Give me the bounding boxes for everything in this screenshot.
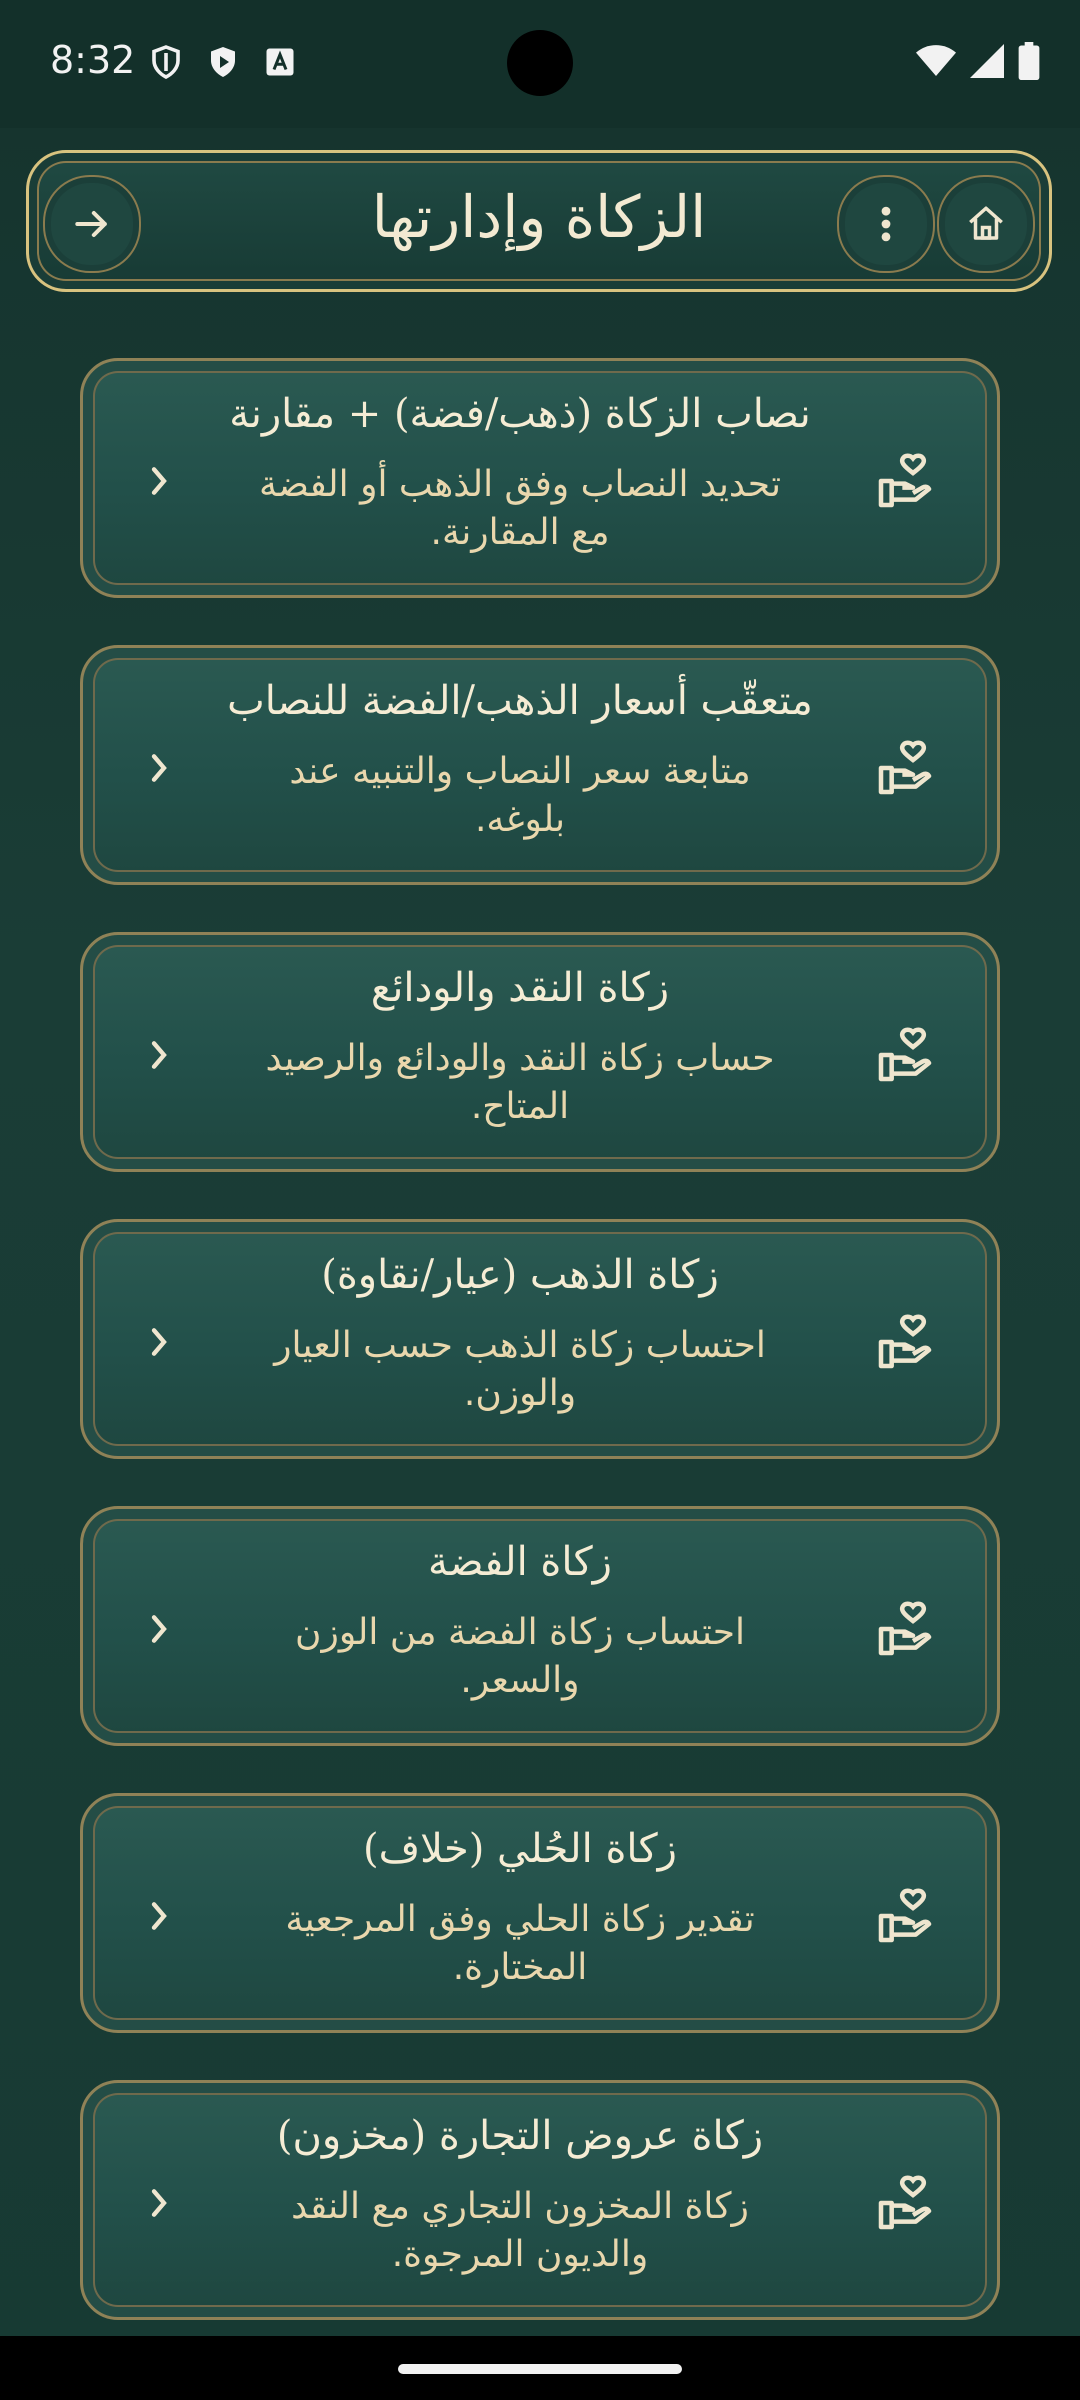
- card-title: زكاة الفضة: [428, 1539, 612, 1585]
- card-description: احتساب زكاة الذهب حسب العيار والوزن.: [274, 1325, 766, 1414]
- charity-hand-heart-icon: [878, 453, 932, 508]
- card-cash-deposits-zakat[interactable]: زكاة النقد والودائع حساب زكاة النقد والو…: [80, 932, 1000, 1172]
- card-title: نصاب الزكاة (ذهب/فضة) + مقارنة: [229, 391, 811, 437]
- charity-hand-heart-icon: [878, 1601, 932, 1656]
- card-description: متابعة سعر النصاب والتنبيه عند بلوغه.: [289, 751, 751, 840]
- shield-icon: [152, 45, 180, 80]
- signal-icon: [970, 44, 1004, 78]
- card-title: متعقّب أسعار الذهب/الفضة للنصاب: [227, 678, 813, 724]
- play-protect-icon: [211, 47, 235, 77]
- chevron-left-icon: [151, 1615, 167, 1643]
- home-gesture-handle[interactable]: [398, 2364, 682, 2374]
- home-icon: [969, 206, 1003, 240]
- card-jewelry-zakat[interactable]: زكاة الحُلي (خلاف) تقدير زكاة الحلي وفق …: [80, 1793, 1000, 2033]
- more-menu-button[interactable]: [837, 175, 935, 273]
- charity-hand-heart-icon: [878, 1027, 932, 1082]
- charity-hand-heart-icon: [878, 1314, 932, 1369]
- status-right: [916, 42, 1040, 80]
- app-header: الزكاة وإدارتها: [26, 150, 1052, 292]
- charity-hand-heart-icon: [878, 1888, 932, 1943]
- chevron-left-icon: [151, 2189, 167, 2217]
- wifi-icon: [916, 45, 956, 76]
- card-description: تحديد النصاب وفق الذهب أو الفضة مع المقار…: [258, 464, 782, 553]
- card-description: زكاة المخزون التجاري مع النقد والديون الم…: [291, 2186, 749, 2275]
- card-title: زكاة الحُلي (خلاف): [363, 1826, 677, 1872]
- text-a-icon: [266, 48, 294, 76]
- card-title: زكاة عروض التجارة (مخزون): [276, 2113, 764, 2159]
- card-description: حساب زكاة النقد والودائع والرصيد المتاح.: [265, 1038, 775, 1127]
- card-gold-silver-price-tracker[interactable]: متعقّب أسعار الذهب/الفضة للنصاب متابعة س…: [80, 645, 1000, 885]
- chevron-left-icon: [151, 1041, 167, 1069]
- more-vert-icon: [881, 206, 891, 242]
- camera-cutout: [507, 30, 573, 96]
- status-time: 8:32: [50, 38, 136, 82]
- charity-hand-heart-icon: [878, 2175, 932, 2230]
- chevron-left-icon: [151, 1902, 167, 1930]
- card-description: تقدير زكاة الحلي وفق المرجعية المختارة.: [285, 1899, 755, 1988]
- card-title: زكاة النقد والودائع: [370, 965, 670, 1011]
- card-description: احتساب زكاة الفضة من الوزن والسعر.: [295, 1612, 745, 1701]
- battery-icon: [1018, 42, 1040, 80]
- chevron-left-icon: [151, 754, 167, 782]
- card-nisab-comparison[interactable]: نصاب الزكاة (ذهب/فضة) + مقارنة تحديد الن…: [80, 358, 1000, 598]
- card-title: زكاة الذهب (عيار/نقاوة): [321, 1252, 719, 1298]
- card-trade-goods-zakat[interactable]: زكاة عروض التجارة (مخزون) زكاة المخزون ا…: [80, 2080, 1000, 2320]
- charity-hand-heart-icon: [878, 740, 932, 795]
- card-silver-zakat[interactable]: زكاة الفضة احتساب زكاة الفضة من الوزن وال…: [80, 1506, 1000, 1746]
- card-gold-zakat[interactable]: زكاة الذهب (عيار/نقاوة) احتساب زكاة الذه…: [80, 1219, 1000, 1459]
- status-bar: 8:32: [0, 0, 1080, 128]
- home-button[interactable]: [937, 175, 1035, 273]
- chevron-left-icon: [151, 1328, 167, 1356]
- chevron-left-icon: [151, 467, 167, 495]
